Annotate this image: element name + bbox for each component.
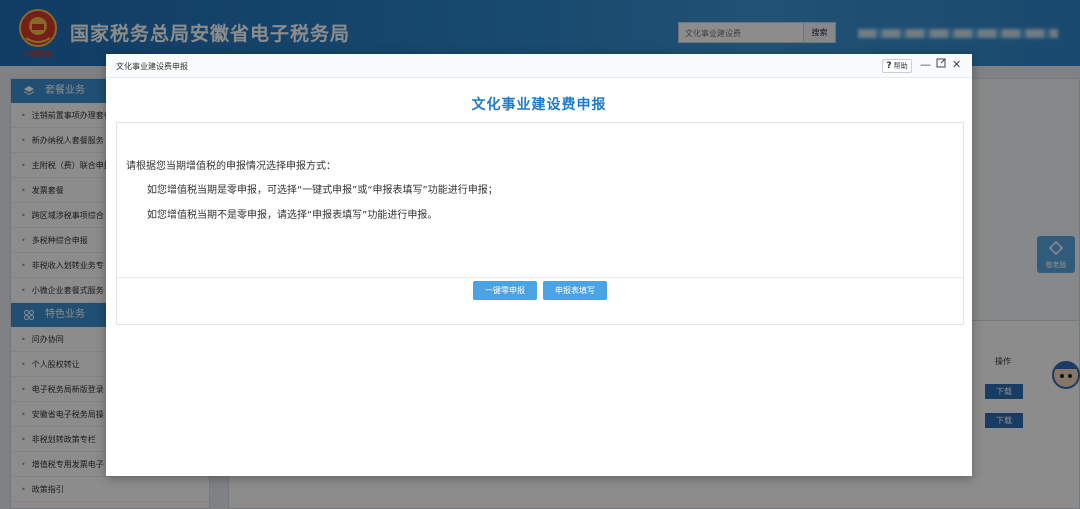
divider — [117, 277, 963, 278]
modal-heading: 文化事业建设费申报 — [471, 97, 607, 113]
fill-form-button[interactable]: 申报表填写 — [543, 281, 607, 300]
instruction-panel: 请根据您当期增值税的申报情况选择申报方式： 如您增值税当期是零申报，可选择“一键… — [116, 122, 964, 325]
modal-window-title: 文化事业建设费申报 — [116, 62, 188, 71]
maximize-icon[interactable] — [936, 58, 946, 72]
modal-titlebar[interactable]: 文化事业建设费申报 ? 帮助 — ✕ — [106, 54, 972, 78]
minimize-icon[interactable]: — — [920, 58, 931, 72]
instruction-zero-case: 如您增值税当期是零申报，可选择“一键式申报”或“申报表填写”功能进行申报； — [147, 185, 498, 196]
declaration-modal: 文化事业建设费申报 ? 帮助 — ✕ 文化事业建设费申报 请根据您当期增值税的申报… — [106, 54, 972, 476]
zero-declare-button[interactable]: 一键零申报 — [473, 281, 537, 300]
help-label: 帮助 — [893, 62, 908, 70]
help-button[interactable]: ? 帮助 — [882, 59, 912, 73]
instruction-nonzero-case: 如您增值税当期不是零申报，请选择“申报表填写”功能进行申报。 — [147, 210, 438, 221]
instruction-intro: 请根据您当期增值税的申报情况选择申报方式： — [126, 161, 336, 172]
close-icon[interactable]: ✕ — [952, 58, 961, 72]
help-icon: ? — [886, 61, 892, 71]
